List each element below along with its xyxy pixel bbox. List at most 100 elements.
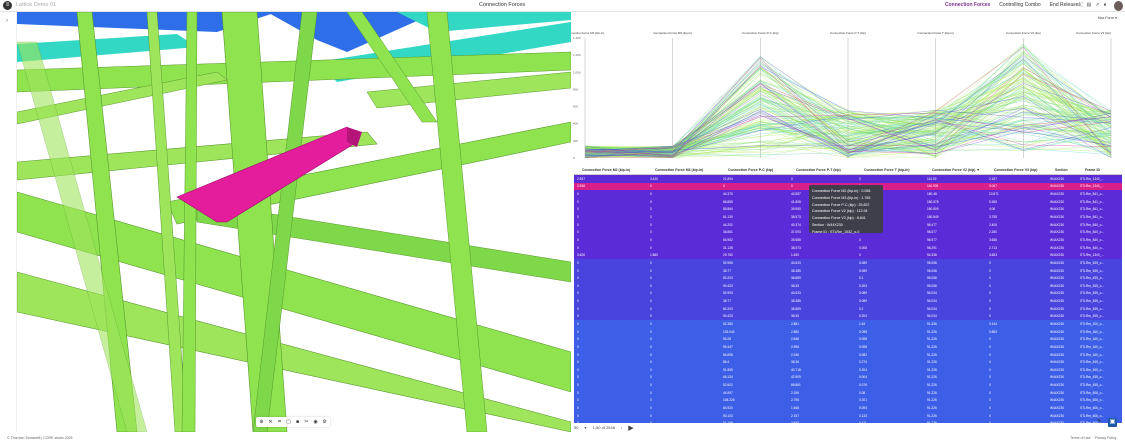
chart-legend-select[interactable]: Max Force ▾ <box>1098 16 1117 20</box>
camera-icon[interactable]: ■ <box>294 419 301 426</box>
table-row[interactable]: 0 0 60.203 36.869 0.1 94.034 0 W44X230 STLRm_455… <box>574 304 1122 313</box>
table-row[interactable]: 0 0 44.997 2.196 0.08 91.226 0 W44X230 STLRm_606… <box>574 388 1122 397</box>
y-tick-label: 1,200 <box>573 53 581 57</box>
table-row[interactable]: 0 0 60.203 36.869 0.1 95.056 0 W44X230 STLRm_455… <box>574 274 1122 282</box>
table-cell: 0 <box>650 375 652 380</box>
table-cell: 94.034 <box>927 314 937 319</box>
avatar[interactable] <box>1114 1 1123 11</box>
table-cell: 0 <box>577 192 579 197</box>
3d-viewport[interactable]: ⊕ ✕ ⌗ ▢ ■ ✂ ◉ ⚙ <box>17 12 571 432</box>
table-cell: 64.962 <box>723 237 733 242</box>
box-select-icon[interactable]: ▢ <box>285 419 292 426</box>
table-row[interactable]: 0 0 92.965 40.633 0.089 95.056 0 W44X230 STLRm_4… <box>574 259 1122 267</box>
layout-icon[interactable]: ▤ <box>1087 2 1092 8</box>
save-icon[interactable]: ▣ <box>1108 418 1117 427</box>
table-row[interactable]: 2.937 3,420 21,894 0 0 114.92 2.187 W44X230 STLR… <box>574 175 1122 183</box>
table-row[interactable]: 0 0 31.135 38.573 0.008 98.291 2.713 W44X230 STL… <box>574 243 1122 252</box>
column-header[interactable]: Connection Force M2 (kip-in) <box>574 168 647 172</box>
table-cell: 0 <box>577 367 579 372</box>
info-icon[interactable]: ● <box>1103 2 1106 8</box>
visibility-icon[interactable]: ◉ <box>312 419 319 426</box>
table-row[interactable]: 0 0 52.602 68.861 0.076 91.226 0 W44X230 STLRm_4… <box>574 381 1122 389</box>
page-size-select[interactable]: 50 <box>574 425 578 430</box>
table-row[interactable]: 0 0 64.962 39.588 0 98.977 3.658 W44X230 STLRm_8… <box>574 236 1122 244</box>
table-cell: 0 <box>989 260 991 265</box>
table-row[interactable]: 0 0 90.423 38.35 0.204 94.034 0 W44X230 STLRm_45… <box>574 312 1122 321</box>
terms-link[interactable]: Terms of Use <box>1070 436 1091 440</box>
table-cell: 0 <box>650 276 652 281</box>
tab-end-releases[interactable]: End Releases <box>1050 2 1081 8</box>
grid-actions: ✎ ▣ <box>1095 418 1117 427</box>
expand-sidebar-icon[interactable]: › <box>6 18 8 24</box>
table-row[interactable]: 0 0 133.044 2.850 0.098 91.226 0.863 W44X230 STL… <box>574 327 1122 336</box>
table-cell: W44X230 <box>1050 406 1064 411</box>
table-cell: 2.795 <box>791 398 799 403</box>
app-logo-icon[interactable]: ≡ <box>3 1 12 10</box>
table-row[interactable]: 3.626 1.860 29.760 1.450 0 94.336 3.653 W44X230… <box>574 251 1122 260</box>
privacy-link[interactable]: Privacy Policy <box>1095 436 1117 440</box>
table-cell: 91.226 <box>927 367 937 372</box>
axis-label: Connection Force T (kip-in) <box>918 31 954 35</box>
fit-icon[interactable]: ✕ <box>267 419 274 426</box>
table-row[interactable]: 0 0 99.447 2.596 0.098 91.226 0 W44X230 STLRm_16… <box>574 343 1122 351</box>
table-row[interactable]: 0 0 92.993 40.633 0.089 94.034 0 W44X230 STLRm_4… <box>574 289 1122 298</box>
table-cell: 0.089 <box>859 268 867 273</box>
column-header[interactable]: Connection Force P-T (kip) <box>788 168 856 172</box>
column-header[interactable]: Connection Force V2 (kip) ▼ <box>924 168 986 172</box>
table-row[interactable]: 0 0 66.134 42.909 0.004 91.226 0 W44X230 STLRm_4… <box>574 373 1122 382</box>
table-cell: 91.336 <box>927 321 937 326</box>
table-row[interactable]: 0 0 62.380 2.851 1.64 91.336 0.144 W44X230 STLRm… <box>574 320 1122 328</box>
table-cell: 0 <box>650 344 652 349</box>
fullscreen-icon[interactable]: ⛶ <box>1079 2 1083 8</box>
table-row[interactable]: 0 0 90.423 38.35 0.204 95.056 0 W44X230 STLRm_45… <box>574 281 1122 290</box>
tab-controlling-combo[interactable]: Controlling Combo <box>999 2 1040 8</box>
frame-icon[interactable]: ⌗ <box>276 419 283 426</box>
table-row[interactable]: 0 0 38.77 38.385 0.089 94.034 0 W44X230 STLRm_45… <box>574 297 1122 305</box>
model-name[interactable]: Lattice Demo 01 <box>16 2 56 8</box>
table-cell: 98.477 <box>927 222 937 227</box>
table-row[interactable]: 0 0 86.4 38.36 0.274 91.226 0 W44X230 STLRm_455_… <box>574 358 1122 367</box>
tooltip-line: Connection Force V3 (kip) : 8.841 <box>812 216 866 221</box>
page-title: Connection Forces <box>479 2 526 8</box>
table-row[interactable]: 0 0 84.920 1.648 0.094 91.226 0 W44X230 STLRm_60… <box>574 404 1122 412</box>
edit-icon[interactable]: ✎ <box>1095 418 1104 427</box>
table-cell: 0 <box>650 283 652 288</box>
y-tick-label: 1,000 <box>573 70 581 74</box>
table-row[interactable]: 0 0 84.898 2.246 0.082 91.226 0 W44X230 STLRm_16… <box>574 350 1122 359</box>
section-icon[interactable]: ✂ <box>303 419 310 426</box>
table-cell: 86.855 <box>723 199 733 204</box>
table-cell: 0 <box>650 199 652 204</box>
table-row[interactable]: 0 0 90.103 2.157 0.133 91.226 0 W44X230 STLRm_60… <box>574 411 1122 420</box>
table-cell: 3.653 <box>989 253 997 258</box>
column-header[interactable]: Connection Force T (kip-in) <box>856 168 924 172</box>
column-header[interactable]: Connection Force V3 (kip) <box>986 168 1047 172</box>
settings-icon[interactable]: ⚙ <box>321 419 328 426</box>
table-cell: 0 <box>577 383 579 388</box>
table-cell: 62.380 <box>723 321 733 326</box>
prev-page-icon[interactable]: ‹ <box>621 425 622 430</box>
parallel-coordinates-chart[interactable]: 1,400 1,200 1,000 800 600 400 200 0 Connection F… <box>566 26 1125 166</box>
next-page-icon[interactable]: ▶ <box>628 424 633 432</box>
table-cell: 0 <box>650 230 652 235</box>
table-cell: 3,420 <box>650 176 658 181</box>
structure-model[interactable] <box>17 12 571 432</box>
column-header[interactable]: Connection Force P-C (kip) <box>720 168 788 172</box>
table-cell: 0 <box>989 344 991 349</box>
column-header[interactable]: Frame ID <box>1077 168 1122 172</box>
table-cell: 0 <box>577 413 579 418</box>
table-row[interactable]: 0 0 93.28 2.646 0.098 91.226 0 W44X230 STLRm_160… <box>574 335 1122 344</box>
table-row[interactable]: 0 0 91.805 40.718 0.204 91.226 0 W44X230 STLRm_4… <box>574 366 1122 374</box>
table-cell: 0 <box>650 367 652 372</box>
column-header[interactable]: Section <box>1047 168 1077 172</box>
table-row[interactable]: 0 0 38.77 38.385 0.089 95.056 0 W44X230 STLRm_45… <box>574 266 1122 275</box>
zoom-icon[interactable]: ⊕ <box>258 419 265 426</box>
table-cell: 0 <box>650 383 652 388</box>
table-cell: STLRm_841_o... <box>1080 192 1105 197</box>
table-cell: 2.196 <box>791 390 799 395</box>
column-header[interactable]: Connection Force M3 (kip-in) <box>647 168 720 172</box>
share-icon[interactable]: ↗ <box>1095 2 1099 8</box>
table-cell: STLRm_840_o... <box>1080 237 1105 242</box>
tab-connection-forces[interactable]: Connection Forces <box>945 2 990 8</box>
table-row[interactable]: 0 0 108.226 2.795 0.201 91.226 0 W44X230 STLRm_6… <box>574 396 1122 405</box>
page-size-chevron-icon[interactable]: ▾ <box>584 425 586 430</box>
